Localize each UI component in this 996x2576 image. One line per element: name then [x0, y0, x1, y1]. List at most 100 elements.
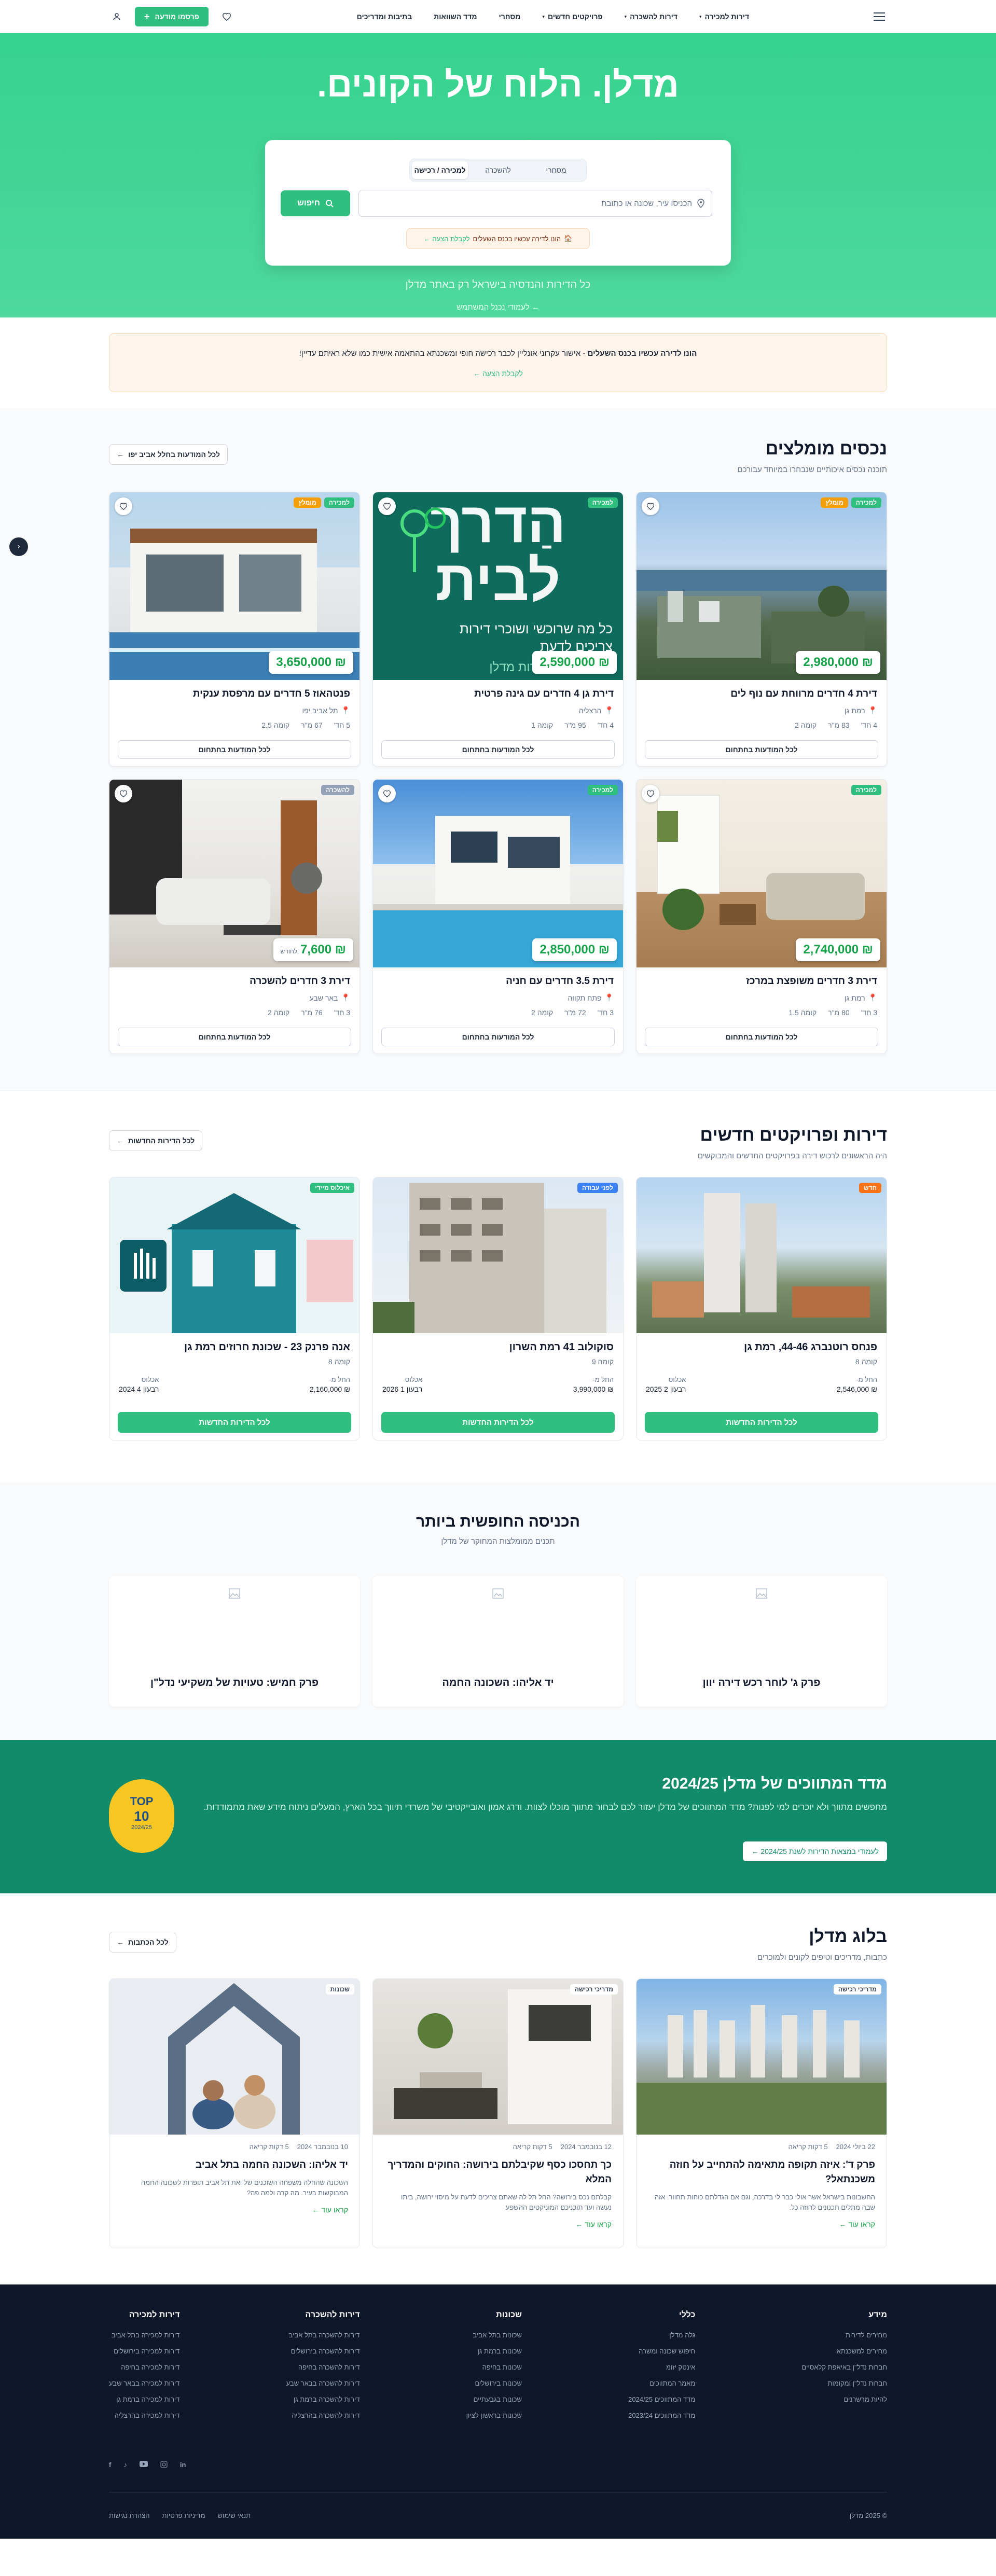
user-icon[interactable] — [109, 9, 125, 24]
property-cta-button[interactable]: לכל המודעות בחתחום — [381, 1028, 615, 1046]
menu-icon[interactable] — [872, 9, 887, 24]
favorite-heart-icon[interactable] — [642, 785, 659, 802]
favorite-heart-icon[interactable] — [378, 785, 396, 802]
favorite-heart-icon[interactable] — [642, 497, 659, 515]
property-card[interactable]: להשכרה ₪ 7,600 לחודש דירת 3 חדרים להשכרה … — [109, 779, 360, 1054]
project-card[interactable]: חדש פנחס רוטנברג 44-46, רמת גן קומה 8 הח… — [636, 1177, 887, 1441]
footer-link[interactable]: דירות למכירה ברמת גן — [109, 2391, 179, 2407]
facebook-icon[interactable]: f — [109, 2461, 111, 2469]
youtube-icon[interactable] — [139, 2461, 148, 2469]
tab-sale[interactable]: למכירה / רכישה — [412, 161, 468, 179]
nav-item-projects[interactable]: פרויקטים חדשים ▾ — [542, 12, 602, 21]
project-cta-button[interactable]: לכל הדירות החדשות — [381, 1412, 615, 1433]
footer-col: כללי גלה מדלן חיפוש שכונה ומשרה אינטק יזומ… — [628, 2310, 695, 2423]
index-link-button[interactable]: לעמודי במצאות הדירות לשנת 2024/25 ← — [743, 1841, 887, 1861]
property-card[interactable]: למכירה ₪ 2,740,000 דירת 3 חדרים משופצת ב… — [636, 779, 887, 1054]
footer-link[interactable]: דירות למכירה בירושלים — [109, 2343, 179, 2359]
nav-item-index[interactable]: מדד השוואות — [434, 12, 477, 21]
footer-link[interactable]: דירות להשכרה בחיפה — [286, 2359, 360, 2375]
tiktok-icon[interactable]: ♪ — [123, 2461, 127, 2469]
property-cta-button[interactable]: לכל המודעות בחתחום — [118, 740, 351, 759]
footer-link[interactable]: חברות נדל"ן ומקומות — [801, 2375, 887, 2391]
nav-item-sale[interactable]: דירות למכירה ▾ — [699, 12, 749, 21]
hero-more-link[interactable]: ← לעמודי נכנל המשתמש — [0, 303, 996, 312]
read-more-link[interactable]: קראו עוד ← — [648, 2220, 876, 2228]
search-input[interactable]: הכניסו עיר, שכונה או כתובת — [358, 190, 712, 217]
footer-link[interactable]: מדד המתווכים 2024/25 — [628, 2391, 695, 2407]
projects-all-link[interactable]: לכל הדירות החדשות ← — [109, 1130, 203, 1151]
footer-link[interactable]: דירות למכירה בתל אביב — [109, 2327, 180, 2343]
footer-link[interactable]: דירות למכירה בהרצליה — [109, 2407, 180, 2423]
footer-link[interactable]: שכונות בגבעתיים — [466, 2391, 522, 2407]
footer-link[interactable]: דירות למכירה בחיפה — [109, 2359, 179, 2375]
entry-card[interactable]: פרק חמיש: טעויות של משקיעי נדל"ן — [109, 1576, 360, 1707]
search-icon — [325, 199, 334, 207]
footer-link[interactable]: שכונות בראשון לציון — [466, 2407, 522, 2423]
favorite-heart-icon[interactable] — [115, 785, 132, 802]
footer-link[interactable]: מחירים למשכנתא — [801, 2343, 887, 2359]
property-card[interactable]: הַדרך לבית כל מה שרוכשי ושוכרי דירות צרי… — [372, 492, 624, 767]
footer-link[interactable]: דירות להשכרה בירושלים — [286, 2343, 360, 2359]
footer-link[interactable]: חברות נדל"ן באיאפת קלאסיים — [801, 2359, 887, 2375]
blog-card[interactable]: מדריכי רכישה 22 ביולי 2024 5 דקות קריאה פ… — [636, 1978, 887, 2248]
property-cta-button[interactable]: לכל המודעות בחתחום — [645, 740, 878, 759]
project-units: קומה 8 — [855, 1358, 877, 1366]
favorite-heart-icon[interactable] — [378, 497, 396, 515]
property-cta-button[interactable]: לכל המודעות בחתחום — [381, 740, 615, 759]
linkedin-icon[interactable]: in — [180, 2461, 186, 2469]
footer-link[interactable]: דירות להשכרה בהרצליה — [286, 2407, 359, 2423]
blog-card[interactable]: מדריכי רכישה 12 בנובמבר 2024 5 דקות קריאה… — [372, 1978, 624, 2248]
property-card[interactable]: למכירה מומלץ ₪ 3,650,000 פנטהאוז 5 חדרים … — [109, 492, 360, 767]
footer-link[interactable]: מאמר המתווכים — [628, 2375, 695, 2391]
property-location: רמת גן — [844, 706, 865, 715]
read-more-link[interactable]: קראו עוד ← — [384, 2220, 612, 2228]
project-cta-button[interactable]: לכל הדירות החדשות — [645, 1412, 878, 1433]
legal-link[interactable]: הצהרת נגישות — [109, 2512, 150, 2519]
footer-col: שכונות שכונות בתל אביב שכונות ברמת גן שכונ… — [466, 2310, 522, 2423]
scroll-left-button[interactable]: ‹ — [9, 537, 28, 556]
legal-link[interactable]: מדיניות פרטיות — [162, 2512, 205, 2519]
promo-link[interactable]: לקבלת הצעה ← — [109, 369, 887, 378]
blog-card[interactable]: שכונות 10 בנובמבר 2024 5 דקות קריאה יד אל… — [109, 1978, 360, 2248]
footer-link[interactable]: אינטק יזומ — [628, 2359, 695, 2375]
entry-card[interactable]: יד אליהו: השכונה החמה — [372, 1576, 624, 1707]
sale-banner[interactable]: 🏠 הונו לדירה עכשיו בכנס השעלים לקבלת הצע… — [406, 228, 590, 249]
property-cta-button[interactable]: לכל המודעות בחתחום — [118, 1028, 351, 1046]
read-more-link[interactable]: קראו עוד ← — [121, 2206, 349, 2214]
entry-card[interactable]: פרק ג' לוחר רכש דירה יוון — [636, 1576, 887, 1707]
footer-link[interactable]: גלה מדלן — [628, 2327, 695, 2343]
property-cta-button[interactable]: לכל המודעות בחתחום — [645, 1028, 878, 1046]
favorite-heart-icon[interactable] — [115, 497, 132, 515]
legal-link[interactable]: תנאי שימוש — [218, 2512, 251, 2519]
footer-link[interactable]: שכונות בתל אביב — [466, 2327, 522, 2343]
instagram-icon[interactable] — [160, 2461, 168, 2469]
blog-all-link[interactable]: לכל הכתבות ← — [109, 1932, 176, 1952]
tab-commercial[interactable]: מסחרי — [528, 161, 584, 179]
footer-link[interactable]: מדד המתווכים 2023/24 — [628, 2407, 695, 2423]
project-card[interactable]: לפני עבודה סוקולוב 41 רמת השרון קומה 9 ה… — [372, 1177, 624, 1441]
property-card[interactable]: למכירה מומלץ ₪ 2,980,000 דירת 4 חדרים מרו… — [636, 492, 887, 767]
footer-link[interactable]: שכונות בירושלים — [466, 2375, 522, 2391]
footer-link[interactable]: מחירים לדירות — [801, 2327, 887, 2343]
footer-link[interactable]: דירות להשכרה בתל אביב — [286, 2327, 360, 2343]
project-cta-button[interactable]: לכל הדירות החדשות — [118, 1412, 351, 1433]
footer-link[interactable]: להיות מרשרנים — [801, 2391, 887, 2407]
nav-item-guides[interactable]: בתיבות ומדריכים — [357, 12, 412, 21]
publish-button[interactable]: פרסמו מודעה + — [135, 7, 209, 26]
nav-item-rent[interactable]: דירות להשכרה ▾ — [625, 12, 677, 21]
footer-link[interactable]: חיפוש שכונה ומשרה — [628, 2343, 695, 2359]
footer-link[interactable]: דירות להשכרה בבאר שבע — [286, 2375, 360, 2391]
tab-rent[interactable]: להשכרה — [470, 161, 526, 179]
search-button[interactable]: חיפוש — [281, 190, 350, 216]
featured-all-link[interactable]: לכל המודעות בחלל אביב יפו ← — [109, 444, 228, 465]
sale-link[interactable]: לקבלת הצעה ← — [424, 235, 470, 243]
property-card[interactable]: למכירה ₪ 2,850,000 דירת 3.5 חדרים עם חני… — [372, 779, 624, 1054]
footer-link[interactable]: דירות למכירה בבאר שבע — [109, 2375, 180, 2391]
heart-icon[interactable] — [219, 9, 234, 24]
project-card[interactable]: איכלוס מיידי אנה פרנק 23 - שכונת חרוזים … — [109, 1177, 360, 1441]
footer-link[interactable]: שכונות ברמת גן — [466, 2343, 522, 2359]
footer-link[interactable]: שכונות בחיפה — [466, 2359, 522, 2375]
nav-item-commercial[interactable]: מסחרי — [499, 12, 521, 21]
footer-link[interactable]: דירות להשכרה ברמת גן — [286, 2391, 360, 2407]
property-area: 76 מ"ר — [301, 1008, 323, 1017]
